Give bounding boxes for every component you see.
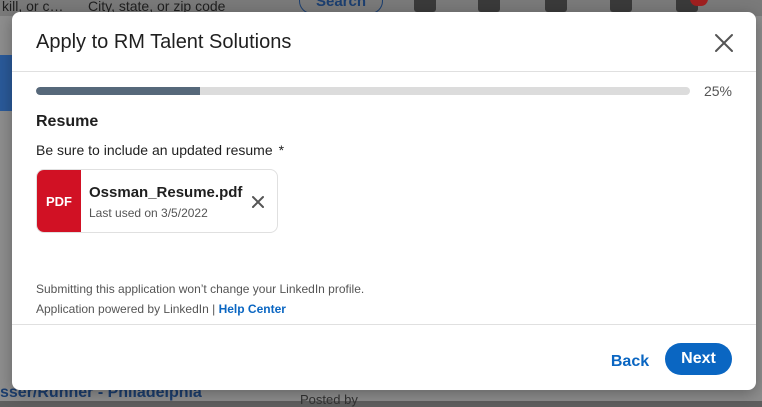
- background-left-accent: [0, 55, 12, 111]
- pdf-icon: PDF: [37, 170, 81, 232]
- resume-description: Be sure to include an updated resume *: [36, 142, 284, 158]
- progress-percent: 25%: [703, 83, 732, 99]
- remove-file-button[interactable]: [249, 193, 267, 211]
- next-button[interactable]: Next: [665, 343, 732, 375]
- profile-footnote: Submitting this application won’t change…: [36, 282, 365, 296]
- file-last-used: Last used on 3/5/2022: [89, 206, 208, 220]
- modal-header: Apply to RM Talent Solutions: [12, 12, 756, 72]
- close-button[interactable]: [712, 31, 736, 55]
- jobs-icon: [545, 0, 567, 12]
- network-icon: [478, 0, 500, 12]
- powered-by-line: Application powered by LinkedIn | Help C…: [36, 302, 286, 316]
- apply-modal: Apply to RM Talent Solutions 25% Resume …: [12, 12, 756, 390]
- modal-footer: Back Next: [12, 324, 756, 390]
- modal-title: Apply to RM Talent Solutions: [36, 31, 292, 53]
- progress-bar-fill: [36, 87, 200, 95]
- close-icon: [252, 196, 264, 208]
- close-icon: [715, 34, 733, 52]
- required-mark: *: [278, 142, 285, 158]
- help-center-link[interactable]: Help Center: [219, 302, 286, 316]
- powered-by-text: Application powered by LinkedIn |: [36, 302, 216, 316]
- file-name: Ossman_Resume.pdf: [89, 184, 243, 201]
- messaging-icon: [610, 0, 632, 12]
- resume-file-card[interactable]: PDF Ossman_Resume.pdf Last used on 3/5/2…: [36, 169, 278, 233]
- home-icon: [414, 0, 436, 12]
- section-heading: Resume: [36, 113, 99, 130]
- background-posted-by: Posted by: [300, 392, 358, 407]
- back-button[interactable]: Back: [604, 347, 656, 377]
- progress-bar: [36, 87, 690, 95]
- resume-description-text: Be sure to include an updated resume: [36, 142, 273, 158]
